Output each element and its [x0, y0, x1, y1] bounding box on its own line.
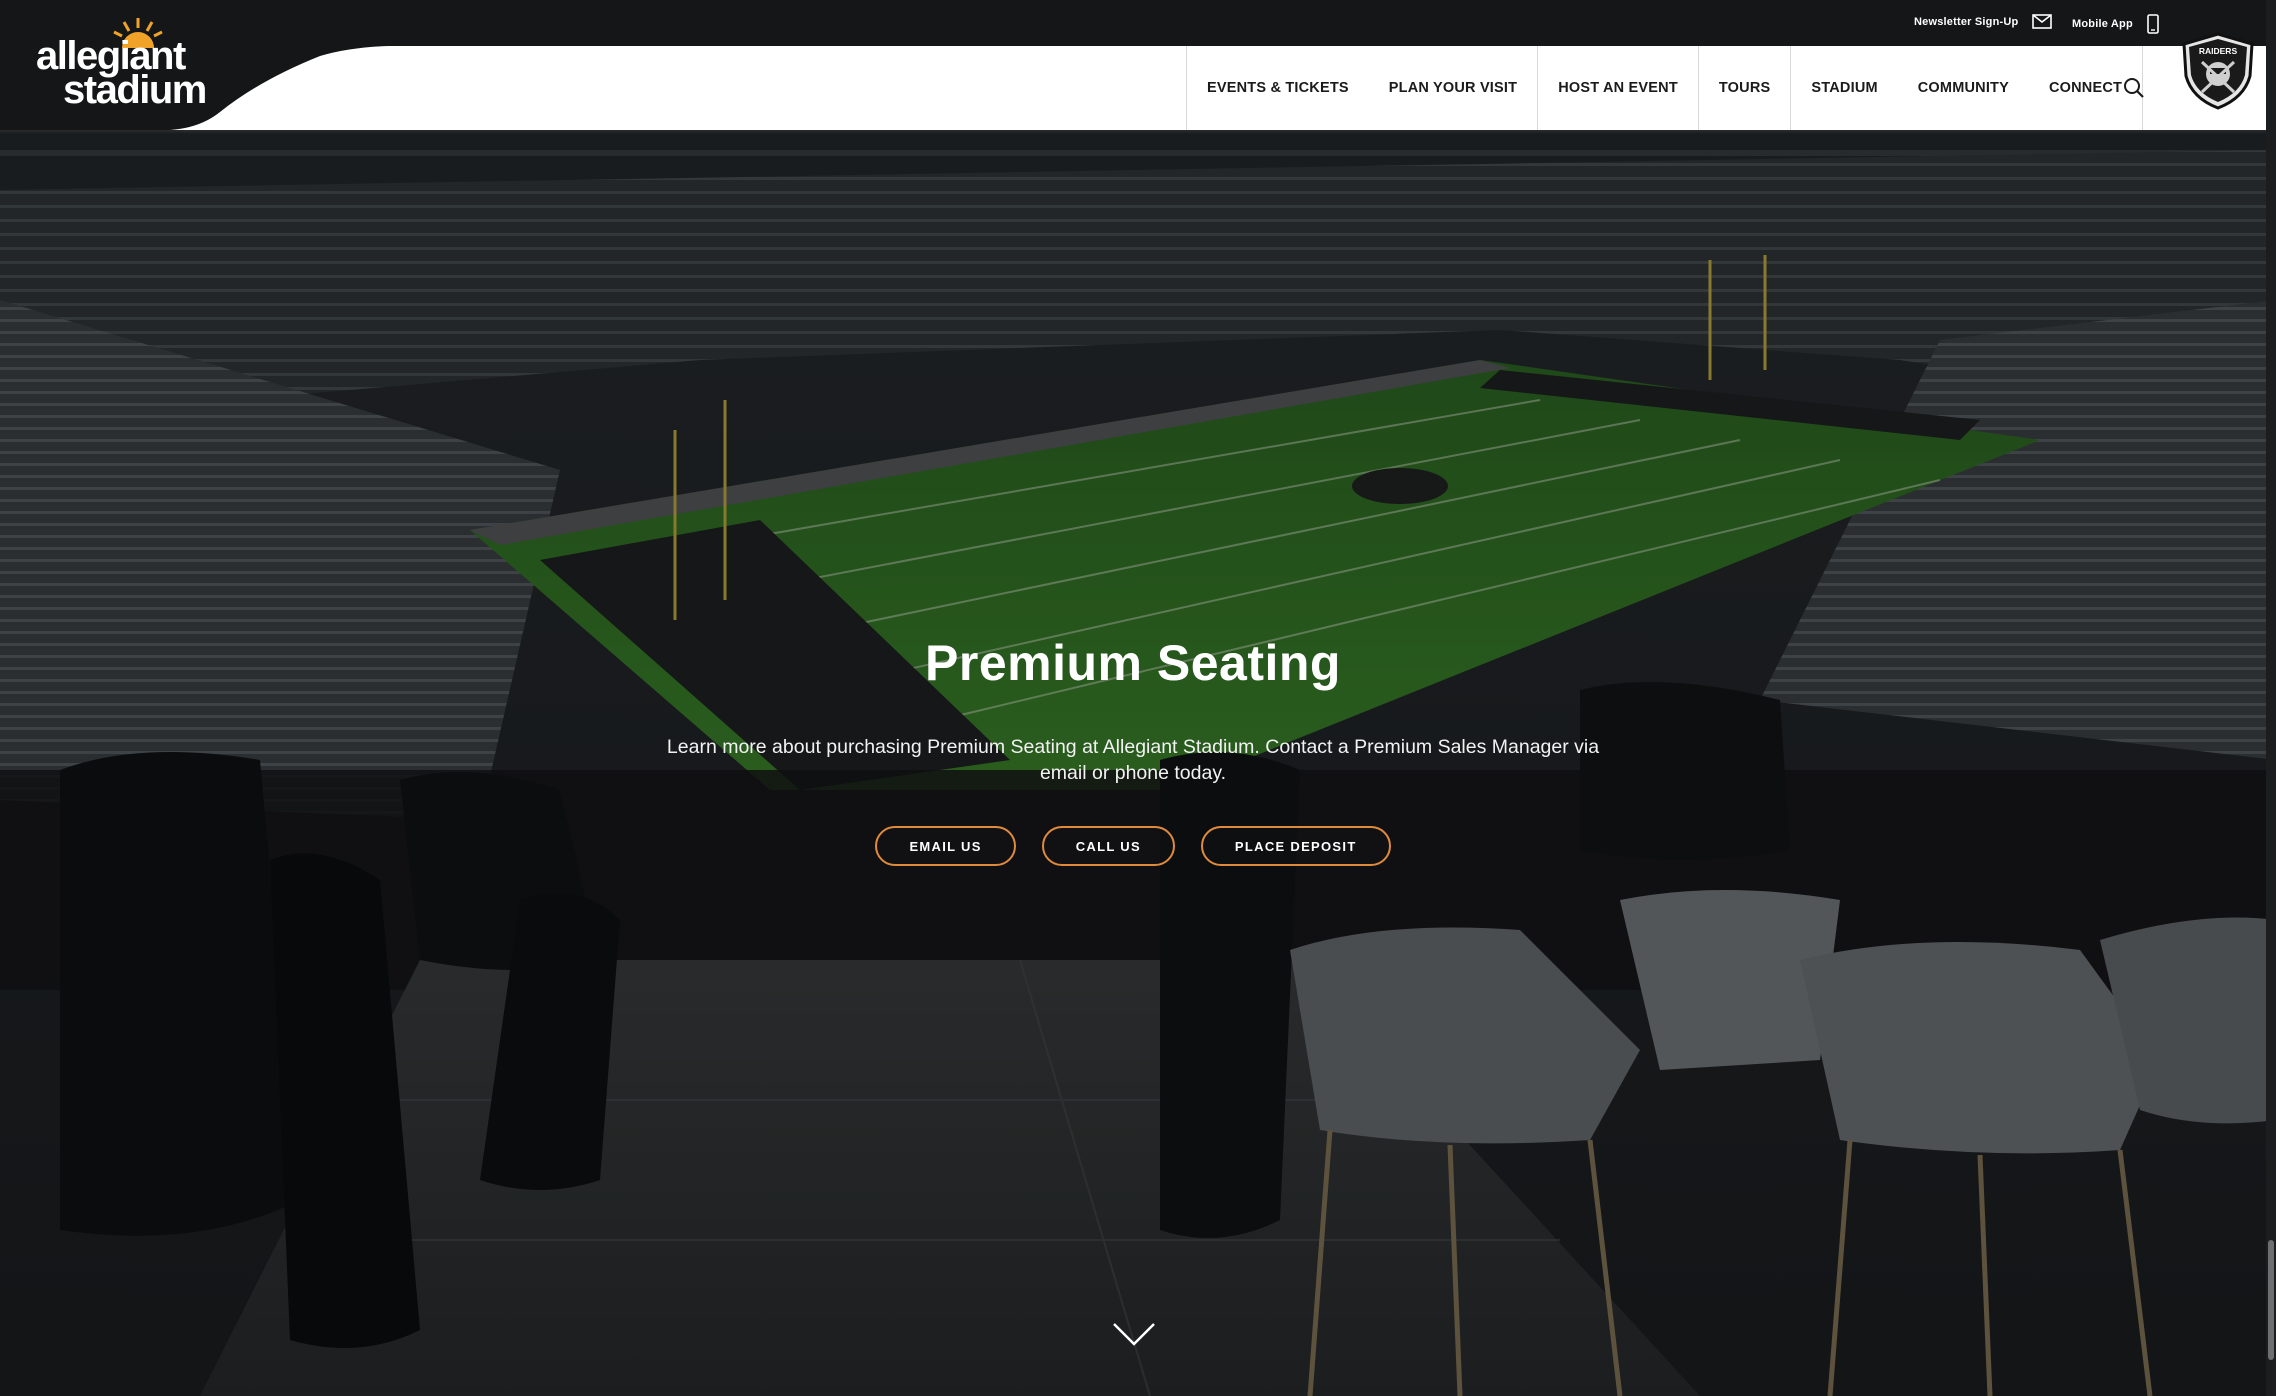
email-us-button[interactable]: EMAIL US [875, 826, 1016, 866]
mobile-app-link[interactable]: Mobile App [2072, 14, 2159, 34]
nav-community[interactable]: COMMUNITY [1898, 46, 2029, 130]
page: Newsletter Sign-Up Mobile App allegiant … [0, 0, 2276, 1396]
nav-host-an-event[interactable]: HOST AN EVENT [1537, 46, 1698, 130]
envelope-icon [2032, 14, 2053, 29]
raiders-badge-text: RAIDERS [2199, 46, 2238, 56]
nav-events-tickets[interactable]: EVENTS & TICKETS [1186, 46, 1369, 130]
nav-plan-your-visit[interactable]: PLAN YOUR VISIT [1369, 46, 1537, 130]
hero-description: Learn more about purchasing Premium Seat… [666, 736, 1600, 784]
hero-cta-group: EMAIL US CALL US PLACE DEPOSIT [0, 826, 2266, 866]
mobile-phone-icon [2147, 14, 2159, 34]
chevron-down-icon[interactable] [1110, 1320, 1158, 1348]
hero-background-image [0, 0, 2276, 1396]
place-deposit-button[interactable]: PLACE DEPOSIT [1200, 826, 1391, 866]
primary-navigation: EVENTS & TICKETS PLAN YOUR VISIT HOST AN… [1186, 46, 2144, 130]
call-us-button[interactable]: CALL US [1041, 826, 1175, 866]
hero-title: Premium Seating [925, 635, 1341, 691]
newsletter-signup-link[interactable]: Newsletter Sign-Up [1914, 14, 2053, 29]
newsletter-label: Newsletter Sign-Up [1914, 15, 2019, 28]
search-button[interactable] [2104, 46, 2164, 130]
search-icon [2124, 78, 2144, 98]
nav-tours[interactable]: TOURS [1697, 46, 1791, 130]
allegiant-stadium-logo[interactable]: allegiant stadium [36, 14, 216, 112]
scrollbar-thumb[interactable] [2268, 1240, 2274, 1360]
page-scrollbar[interactable] [2266, 0, 2276, 1396]
logo-text-stadium: stadium [63, 68, 207, 112]
raiders-shield-logo[interactable]: RAIDERS [2178, 30, 2258, 110]
mobile-app-label: Mobile App [2072, 18, 2133, 30]
nav-stadium[interactable]: STADIUM [1790, 46, 1897, 130]
